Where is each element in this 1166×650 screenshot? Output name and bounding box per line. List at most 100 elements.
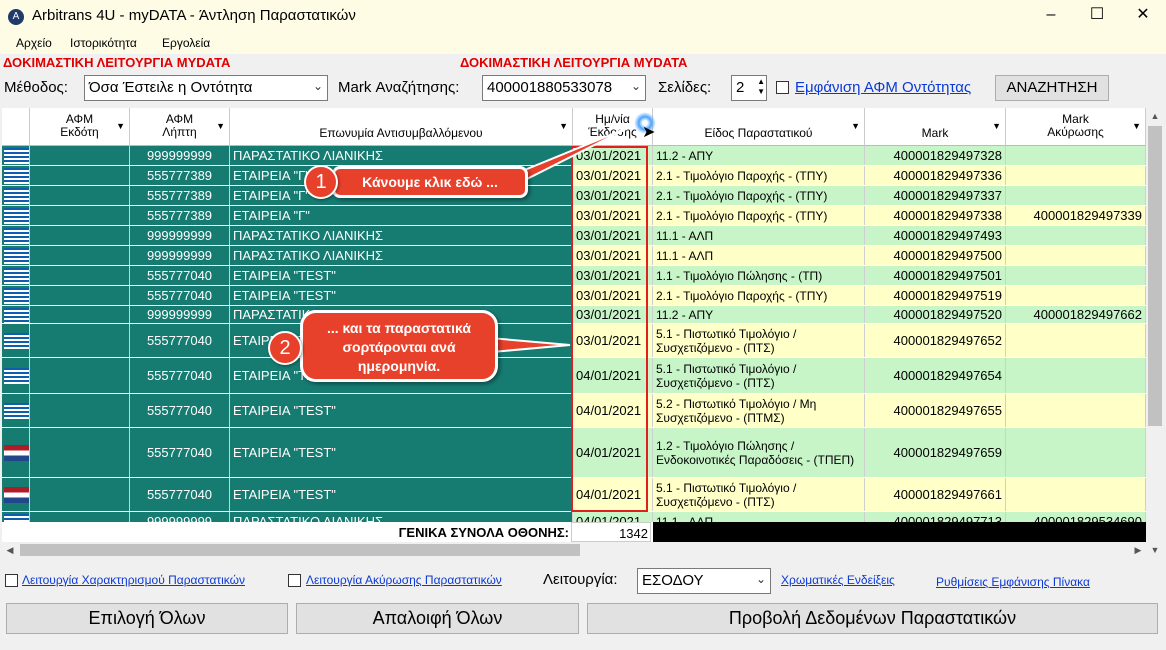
- table-row[interactable]: 555777040 ΕΤΑΙΡΕΙΑ "TEST" 04/01/2021 5.2 - …: [2, 394, 1146, 428]
- table-row[interactable]: 555777040 ΕΤΑΙΡΕΙΑ "TEST" 03/01/2021 1.1 - …: [2, 266, 1146, 286]
- receiver-vat-cell[interactable]: 555777040: [130, 428, 230, 477]
- filter-arrow-icon[interactable]: ▼: [1132, 120, 1141, 133]
- table-row[interactable]: 555777389 ΕΤΑΙΡΕΙΑ "Γ" 03/01/2021 2.1 - Τιμ…: [2, 166, 1146, 186]
- show-vat-checkbox[interactable]: [776, 81, 789, 94]
- table-row[interactable]: 555777040 ΕΤΑΙΡΕΙΑ "TEST" 04/01/2021 5.1 - …: [2, 358, 1146, 394]
- row-flag-cell[interactable]: [2, 226, 30, 245]
- cancel-mark-cell[interactable]: [1006, 146, 1146, 165]
- row-flag-cell[interactable]: [2, 146, 30, 165]
- counterparty-name-cell[interactable]: ΕΤΑΙΡΕΙΑ "TEST": [230, 394, 573, 427]
- cancel-mark-cell[interactable]: [1006, 428, 1146, 477]
- row-flag-cell[interactable]: [2, 428, 30, 477]
- scroll-thumb[interactable]: [1148, 126, 1162, 426]
- mark-cell[interactable]: 400001829497654: [865, 358, 1006, 393]
- select-all-button[interactable]: Επιλογή Όλων: [6, 603, 288, 634]
- maximize-icon[interactable]: ☐: [1074, 0, 1120, 32]
- counterparty-name-cell[interactable]: ΕΤΑΙΡΕΙΑ "TEST": [230, 428, 573, 477]
- issue-date-cell[interactable]: 03/01/2021: [573, 306, 653, 323]
- issuer-vat-cell[interactable]: [30, 246, 130, 265]
- issue-date-cell[interactable]: 03/01/2021: [573, 146, 653, 165]
- issuer-vat-cell[interactable]: [30, 358, 130, 393]
- issue-date-cell[interactable]: 03/01/2021: [573, 226, 653, 245]
- scroll-thumb[interactable]: [20, 544, 580, 556]
- counterparty-name-cell[interactable]: ΕΤΑΙΡΕΙΑ "Γ": [230, 206, 573, 225]
- counterparty-name-cell[interactable]: ΕΤΑΙΡΕΙΑ "TEST": [230, 358, 573, 393]
- mark-cell[interactable]: 400001829497659: [865, 428, 1006, 477]
- counterparty-name-cell[interactable]: ΠΑΡΑΣΤΑΤΙΚΟ ΛΙΑΝΙΚΗΣ: [230, 226, 573, 245]
- operation-select[interactable]: ΕΣΟΔΟΥ ⌄: [637, 568, 771, 594]
- counterparty-name-cell[interactable]: ΕΤΑΙΡΕΙΑ "TEST": [230, 266, 573, 285]
- issuer-vat-cell[interactable]: [30, 226, 130, 245]
- cancel-mark-cell[interactable]: [1006, 186, 1146, 205]
- mark-cell[interactable]: 400001829497655: [865, 394, 1006, 427]
- issuer-vat-cell[interactable]: [30, 394, 130, 427]
- document-type-cell[interactable]: 2.1 - Τιμολόγιο Παροχής - (ΤΠΥ): [653, 186, 865, 205]
- receiver-vat-cell[interactable]: 999999999: [130, 306, 230, 323]
- table-row[interactable]: 555777389 ΕΤΑΙΡΕΙΑ "Γ" 03/01/2021 2.1 - Τιμ…: [2, 206, 1146, 226]
- mark-cell[interactable]: 400001829497519: [865, 286, 1006, 305]
- issue-date-cell[interactable]: 03/01/2021: [573, 324, 653, 357]
- cancel-mark-cell[interactable]: 400001829497339: [1006, 206, 1146, 225]
- issuer-vat-cell[interactable]: [30, 166, 130, 185]
- table-row[interactable]: 555777040 ΕΤΑΙΡΕΙΑ "TEST" 04/01/2021 1.2 - …: [2, 428, 1146, 478]
- document-type-cell[interactable]: 1.2 - Τιμολόγιο Πώλησης / Ενδοκοινοτικές…: [653, 428, 865, 477]
- filter-arrow-icon[interactable]: ▼: [116, 120, 125, 133]
- mark-cell[interactable]: 400001829497500: [865, 246, 1006, 265]
- issue-date-cell[interactable]: 04/01/2021: [573, 394, 653, 427]
- header-issuer-vat[interactable]: ΑΦΜ Εκδότη ▼: [30, 108, 130, 146]
- row-flag-cell[interactable]: [2, 306, 30, 323]
- table-row[interactable]: 555777040 ΕΤΑΙΡΕΙΑ "TEST" 03/01/2021 5.1 - …: [2, 324, 1146, 358]
- counterparty-name-cell[interactable]: ΠΑΡΑΣΤΑΤΙΚΟ ΛΙΑΝΙΚΗΣ: [230, 146, 573, 165]
- scroll-right-icon[interactable]: ▶: [1130, 542, 1146, 558]
- cancel-mark-cell[interactable]: [1006, 286, 1146, 305]
- cancel-mode-link[interactable]: Λειτουργία Ακύρωσης Παραστατικών: [306, 573, 502, 587]
- receiver-vat-cell[interactable]: 555777389: [130, 206, 230, 225]
- row-flag-cell[interactable]: [2, 394, 30, 427]
- row-flag-cell[interactable]: [2, 478, 30, 511]
- filter-arrow-icon[interactable]: ▼: [851, 120, 860, 133]
- row-flag-cell[interactable]: [2, 324, 30, 357]
- mark-cell[interactable]: 400001829497328: [865, 146, 1006, 165]
- deselect-all-button[interactable]: Απαλοιφή Όλων: [296, 603, 579, 634]
- row-flag-cell[interactable]: [2, 358, 30, 393]
- table-row[interactable]: 999999999 ΠΑΡΑΣΤΑΤΙΚΟ ΛΙΑΝΙΚΗΣ 03/01/2021 1…: [2, 226, 1146, 246]
- cancel-mode-checkbox[interactable]: [288, 574, 301, 587]
- minimize-icon[interactable]: –: [1028, 0, 1074, 32]
- char-mode-checkbox[interactable]: [5, 574, 18, 587]
- document-type-cell[interactable]: 11.2 - ΑΠΥ: [653, 306, 865, 323]
- header-counterparty-name[interactable]: Επωνυμία Αντισυμβαλλόμενου ▼: [230, 108, 573, 146]
- mark-cell[interactable]: 400001829497520: [865, 306, 1006, 323]
- document-type-cell[interactable]: 2.1 - Τιμολόγιο Παροχής - (ΤΠΥ): [653, 166, 865, 185]
- menu-file[interactable]: Αρχείο: [16, 36, 52, 50]
- receiver-vat-cell[interactable]: 555777040: [130, 358, 230, 393]
- issuer-vat-cell[interactable]: [30, 306, 130, 323]
- table-row[interactable]: 555777389 ΕΤΑΙΡΕΙΑ "Γ" 03/01/2021 2.1 - Τιμ…: [2, 186, 1146, 206]
- issuer-vat-cell[interactable]: [30, 324, 130, 357]
- mark-cell[interactable]: 400001829497493: [865, 226, 1006, 245]
- cancel-mark-cell[interactable]: [1006, 358, 1146, 393]
- show-vat-link[interactable]: Εμφάνιση ΑΦΜ Οντότητας: [795, 79, 971, 96]
- receiver-vat-cell[interactable]: 555777389: [130, 166, 230, 185]
- horizontal-scrollbar[interactable]: ◀ ▶: [2, 542, 1146, 558]
- issue-date-cell[interactable]: 03/01/2021: [573, 166, 653, 185]
- receiver-vat-cell[interactable]: 999999999: [130, 246, 230, 265]
- color-hints-link[interactable]: Χρωματικές Ενδείξεις: [781, 573, 895, 587]
- counterparty-name-cell[interactable]: ΕΤΑΙΡΕΙΑ "TEST": [230, 286, 573, 305]
- issue-date-cell[interactable]: 04/01/2021: [573, 478, 653, 511]
- mark-cell[interactable]: 400001829497661: [865, 478, 1006, 511]
- receiver-vat-cell[interactable]: 555777040: [130, 286, 230, 305]
- receiver-vat-cell[interactable]: 555777389: [130, 186, 230, 205]
- document-type-cell[interactable]: 1.1 - Τιμολόγιο Πώλησης - (ΤΠ): [653, 266, 865, 285]
- document-type-cell[interactable]: 11.1 - ΑΛΠ: [653, 246, 865, 265]
- counterparty-name-cell[interactable]: ΕΤΑΙΡΕΙΑ "Γ": [230, 166, 573, 185]
- issue-date-cell[interactable]: 03/01/2021: [573, 266, 653, 285]
- search-button[interactable]: ΑΝΑΖΗΤΗΣΗ: [995, 75, 1109, 101]
- header-receiver-vat[interactable]: ΑΦΜ Λήπτη ▼: [130, 108, 230, 146]
- document-type-cell[interactable]: 5.2 - Πιστωτικό Τιμολόγιο / Μη Συσχετιζό…: [653, 394, 865, 427]
- table-settings-link[interactable]: Ρυθμίσεις Εμφάνισης Πίνακα: [936, 575, 1090, 589]
- counterparty-name-cell[interactable]: ΠΑΡΑΣΤΑΤΙΚΟ ΛΙΑΝΙΚΗΣ: [230, 306, 573, 323]
- header-mark[interactable]: Mark ▼: [865, 108, 1006, 146]
- header-document-type[interactable]: Είδος Παραστατικού ▼: [653, 108, 865, 146]
- filter-arrow-icon[interactable]: ▼: [559, 120, 568, 133]
- filter-arrow-icon[interactable]: ▼: [216, 120, 225, 133]
